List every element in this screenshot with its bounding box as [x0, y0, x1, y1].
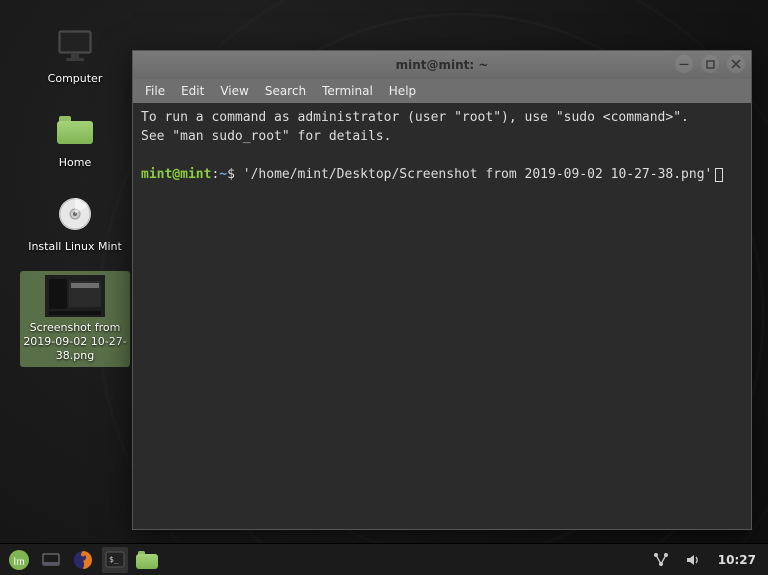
window-titlebar[interactable]: mint@mint: ~ —: [133, 51, 751, 79]
tray-sound-icon[interactable]: [680, 547, 706, 573]
maximize-button[interactable]: [701, 55, 719, 73]
taskbar-clock[interactable]: 10:27: [712, 553, 762, 567]
terminal-blank-line: [141, 147, 743, 166]
monitor-icon: [53, 24, 97, 68]
folder-home-icon: [53, 108, 97, 152]
svg-text:$_: $_: [109, 555, 119, 564]
desktop-icon-label: Install Linux Mint: [28, 240, 122, 254]
terminal-menubar: File Edit View Search Terminal Help: [133, 79, 751, 103]
terminal-output-line: See "man sudo_root" for details.: [141, 128, 743, 147]
tray-network-icon[interactable]: [648, 547, 674, 573]
desktop-icon-label: Computer: [48, 72, 103, 86]
prompt-user: mint@mint: [141, 167, 211, 182]
taskbar-menu-button[interactable]: lm: [6, 547, 32, 573]
desktop-icon-computer[interactable]: Computer: [20, 20, 130, 90]
image-thumbnail-icon: [45, 275, 105, 317]
minimize-button[interactable]: —: [675, 55, 693, 73]
menu-terminal[interactable]: Terminal: [322, 84, 373, 98]
window-title: mint@mint: ~: [133, 58, 751, 72]
prompt-path: ~: [219, 167, 227, 182]
menu-edit[interactable]: Edit: [181, 84, 204, 98]
desktop-icon-screenshot[interactable]: Screenshot from 2019-09-02 10-27-38.png: [20, 271, 130, 366]
terminal-command: '/home/mint/Desktop/Screenshot from 2019…: [243, 167, 713, 182]
taskbar-terminal[interactable]: $_: [102, 547, 128, 573]
desktop-icon-install[interactable]: Install Linux Mint: [20, 188, 130, 258]
menu-file[interactable]: File: [145, 84, 165, 98]
taskbar-files[interactable]: [134, 547, 160, 573]
disc-icon: [53, 192, 97, 236]
menu-view[interactable]: View: [220, 84, 248, 98]
close-button[interactable]: [727, 55, 745, 73]
terminal-cursor: [715, 168, 723, 182]
desktop-icons: Computer Home Install Linux Mint: [20, 20, 130, 367]
svg-text:lm: lm: [13, 555, 25, 567]
taskbar-firefox[interactable]: [70, 547, 96, 573]
terminal-prompt-line: mint@mint:~$ '/home/mint/Desktop/Screens…: [141, 166, 743, 185]
taskbar-show-desktop[interactable]: [38, 547, 64, 573]
menu-help[interactable]: Help: [389, 84, 416, 98]
terminal-output-line: To run a command as administrator (user …: [141, 109, 743, 128]
desktop-icon-label: Screenshot from 2019-09-02 10-27-38.png: [22, 321, 128, 362]
taskbar: lm $_ 10:27: [0, 543, 768, 575]
desktop-icon-home[interactable]: Home: [20, 104, 130, 174]
desktop-icon-label: Home: [59, 156, 91, 170]
terminal-body[interactable]: To run a command as administrator (user …: [133, 103, 751, 529]
prompt-end: $: [227, 167, 235, 182]
terminal-window[interactable]: mint@mint: ~ — File Edit View Search Ter…: [132, 50, 752, 530]
menu-search[interactable]: Search: [265, 84, 306, 98]
